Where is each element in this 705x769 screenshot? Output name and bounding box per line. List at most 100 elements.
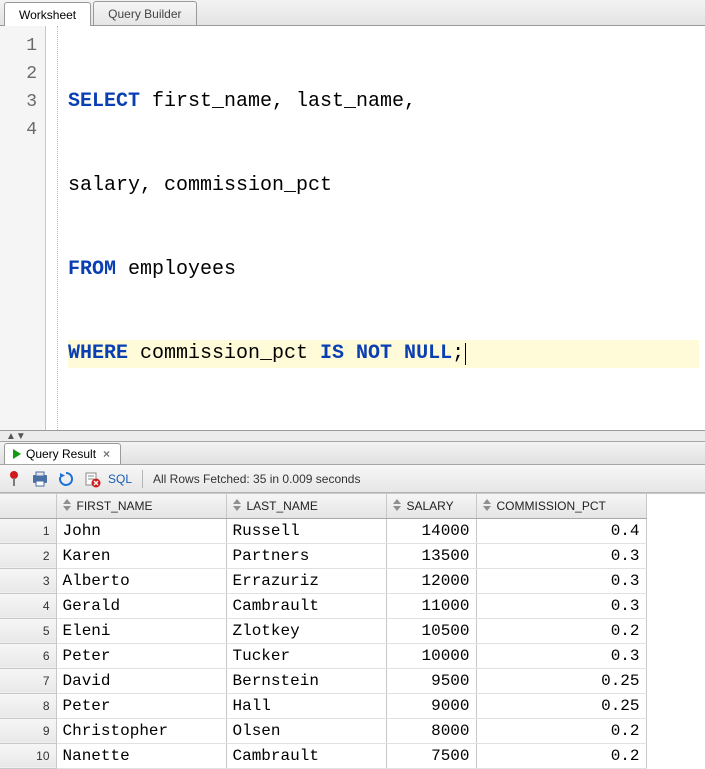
- status-text: All Rows Fetched: 35 in 0.009 seconds: [153, 472, 360, 486]
- cell-salary: 10500: [386, 618, 476, 643]
- cell-commission: 0.3: [476, 643, 646, 668]
- line-number: 3: [0, 88, 37, 116]
- play-icon: [13, 449, 21, 459]
- cell-commission: 0.4: [476, 518, 646, 543]
- col-header-last-name[interactable]: LAST_NAME: [226, 494, 386, 518]
- cell-salary: 12000: [386, 568, 476, 593]
- sql-keyword: WHERE: [68, 342, 128, 365]
- sql-text: ;: [452, 342, 464, 365]
- table-row[interactable]: 2KarenPartners135000.3: [0, 543, 646, 568]
- result-toolbar: SQL All Rows Fetched: 35 in 0.009 second…: [0, 465, 705, 493]
- header-row: FIRST_NAME LAST_NAME SALARY COMMISSION_P…: [0, 494, 646, 518]
- sql-link[interactable]: SQL: [108, 472, 132, 486]
- col-header-salary[interactable]: SALARY: [386, 494, 476, 518]
- cell-last-name: Hall: [226, 693, 386, 718]
- table-row[interactable]: 6PeterTucker100000.3: [0, 643, 646, 668]
- cell-salary: 8000: [386, 718, 476, 743]
- table-row[interactable]: 1JohnRussell140000.4: [0, 518, 646, 543]
- cell-first-name: Karen: [56, 543, 226, 568]
- editor-gutter: 1 2 3 4: [0, 26, 46, 430]
- refresh-button[interactable]: [56, 469, 76, 489]
- cell-salary: 7500: [386, 743, 476, 768]
- rownum-header[interactable]: [0, 494, 56, 518]
- sort-icon: [231, 498, 243, 512]
- text-cursor: [465, 343, 466, 365]
- cell-last-name: Zlotkey: [226, 618, 386, 643]
- rownum-cell: 1: [0, 518, 56, 543]
- col-header-label: FIRST_NAME: [77, 499, 153, 513]
- col-header-commission[interactable]: COMMISSION_PCT: [476, 494, 646, 518]
- cell-first-name: Peter: [56, 693, 226, 718]
- close-icon[interactable]: ×: [101, 447, 112, 461]
- sort-icon: [61, 498, 73, 512]
- sql-editor[interactable]: 1 2 3 4 SELECT first_name, last_name, sa…: [0, 26, 705, 431]
- tab-query-builder[interactable]: Query Builder: [93, 1, 196, 25]
- editor-code[interactable]: SELECT first_name, last_name, salary, co…: [58, 26, 705, 430]
- table-row[interactable]: 10NanetteCambrault75000.2: [0, 743, 646, 768]
- rownum-cell: 5: [0, 618, 56, 643]
- rownum-cell: 4: [0, 593, 56, 618]
- col-header-label: LAST_NAME: [247, 499, 318, 513]
- cell-first-name: Nanette: [56, 743, 226, 768]
- cell-last-name: Cambrault: [226, 593, 386, 618]
- sort-icon: [391, 498, 403, 512]
- line-number: 4: [0, 116, 37, 144]
- cell-salary: 14000: [386, 518, 476, 543]
- sql-text: commission_pct: [128, 342, 320, 365]
- cell-first-name: Christopher: [56, 718, 226, 743]
- rownum-cell: 9: [0, 718, 56, 743]
- col-header-label: COMMISSION_PCT: [497, 499, 606, 513]
- result-grid[interactable]: FIRST_NAME LAST_NAME SALARY COMMISSION_P…: [0, 493, 705, 769]
- table-row[interactable]: 9ChristopherOlsen80000.2: [0, 718, 646, 743]
- cell-salary: 9500: [386, 668, 476, 693]
- table-row[interactable]: 3AlbertoErrazuriz120000.3: [0, 568, 646, 593]
- toolbar-separator: [142, 470, 143, 488]
- col-header-first-name[interactable]: FIRST_NAME: [56, 494, 226, 518]
- sql-text: employees: [116, 258, 236, 281]
- result-tabstrip: Query Result ×: [0, 441, 705, 465]
- tab-query-result[interactable]: Query Result ×: [4, 443, 121, 464]
- sql-text: first_name, last_name,: [140, 90, 416, 113]
- splitter-handle[interactable]: ▲▼: [0, 431, 705, 441]
- cell-commission: 0.2: [476, 718, 646, 743]
- print-button[interactable]: [30, 469, 50, 489]
- cell-salary: 11000: [386, 593, 476, 618]
- cell-commission: 0.2: [476, 743, 646, 768]
- cell-salary: 13500: [386, 543, 476, 568]
- sql-keyword: SELECT: [68, 90, 140, 113]
- sql-keyword: IS NOT NULL: [320, 342, 452, 365]
- cell-commission: 0.3: [476, 543, 646, 568]
- line-number: 1: [0, 32, 37, 60]
- table-row[interactable]: 7DavidBernstein95000.25: [0, 668, 646, 693]
- cell-commission: 0.25: [476, 668, 646, 693]
- rownum-cell: 3: [0, 568, 56, 593]
- cell-last-name: Tucker: [226, 643, 386, 668]
- rownum-cell: 8: [0, 693, 56, 718]
- table-row[interactable]: 4GeraldCambrault110000.3: [0, 593, 646, 618]
- cell-last-name: Cambrault: [226, 743, 386, 768]
- cell-last-name: Olsen: [226, 718, 386, 743]
- table-row[interactable]: 8PeterHall90000.25: [0, 693, 646, 718]
- cell-first-name: John: [56, 518, 226, 543]
- editor-margin: [46, 26, 58, 430]
- line-number: 2: [0, 60, 37, 88]
- col-header-label: SALARY: [407, 499, 454, 513]
- delete-button[interactable]: [82, 469, 102, 489]
- rownum-cell: 2: [0, 543, 56, 568]
- table-row[interactable]: 5EleniZlotkey105000.2: [0, 618, 646, 643]
- rownum-cell: 7: [0, 668, 56, 693]
- sort-icon: [481, 498, 493, 512]
- cell-last-name: Bernstein: [226, 668, 386, 693]
- cell-commission: 0.2: [476, 618, 646, 643]
- cell-commission: 0.25: [476, 693, 646, 718]
- cell-salary: 10000: [386, 643, 476, 668]
- cell-first-name: Peter: [56, 643, 226, 668]
- tab-worksheet[interactable]: Worksheet: [4, 2, 91, 26]
- pin-button[interactable]: [4, 469, 24, 489]
- cell-first-name: Eleni: [56, 618, 226, 643]
- sql-keyword: FROM: [68, 258, 116, 281]
- worksheet-tabs: Worksheet Query Builder: [0, 0, 705, 26]
- rownum-cell: 10: [0, 743, 56, 768]
- sql-text: salary, commission_pct: [68, 174, 332, 197]
- cell-first-name: Alberto: [56, 568, 226, 593]
